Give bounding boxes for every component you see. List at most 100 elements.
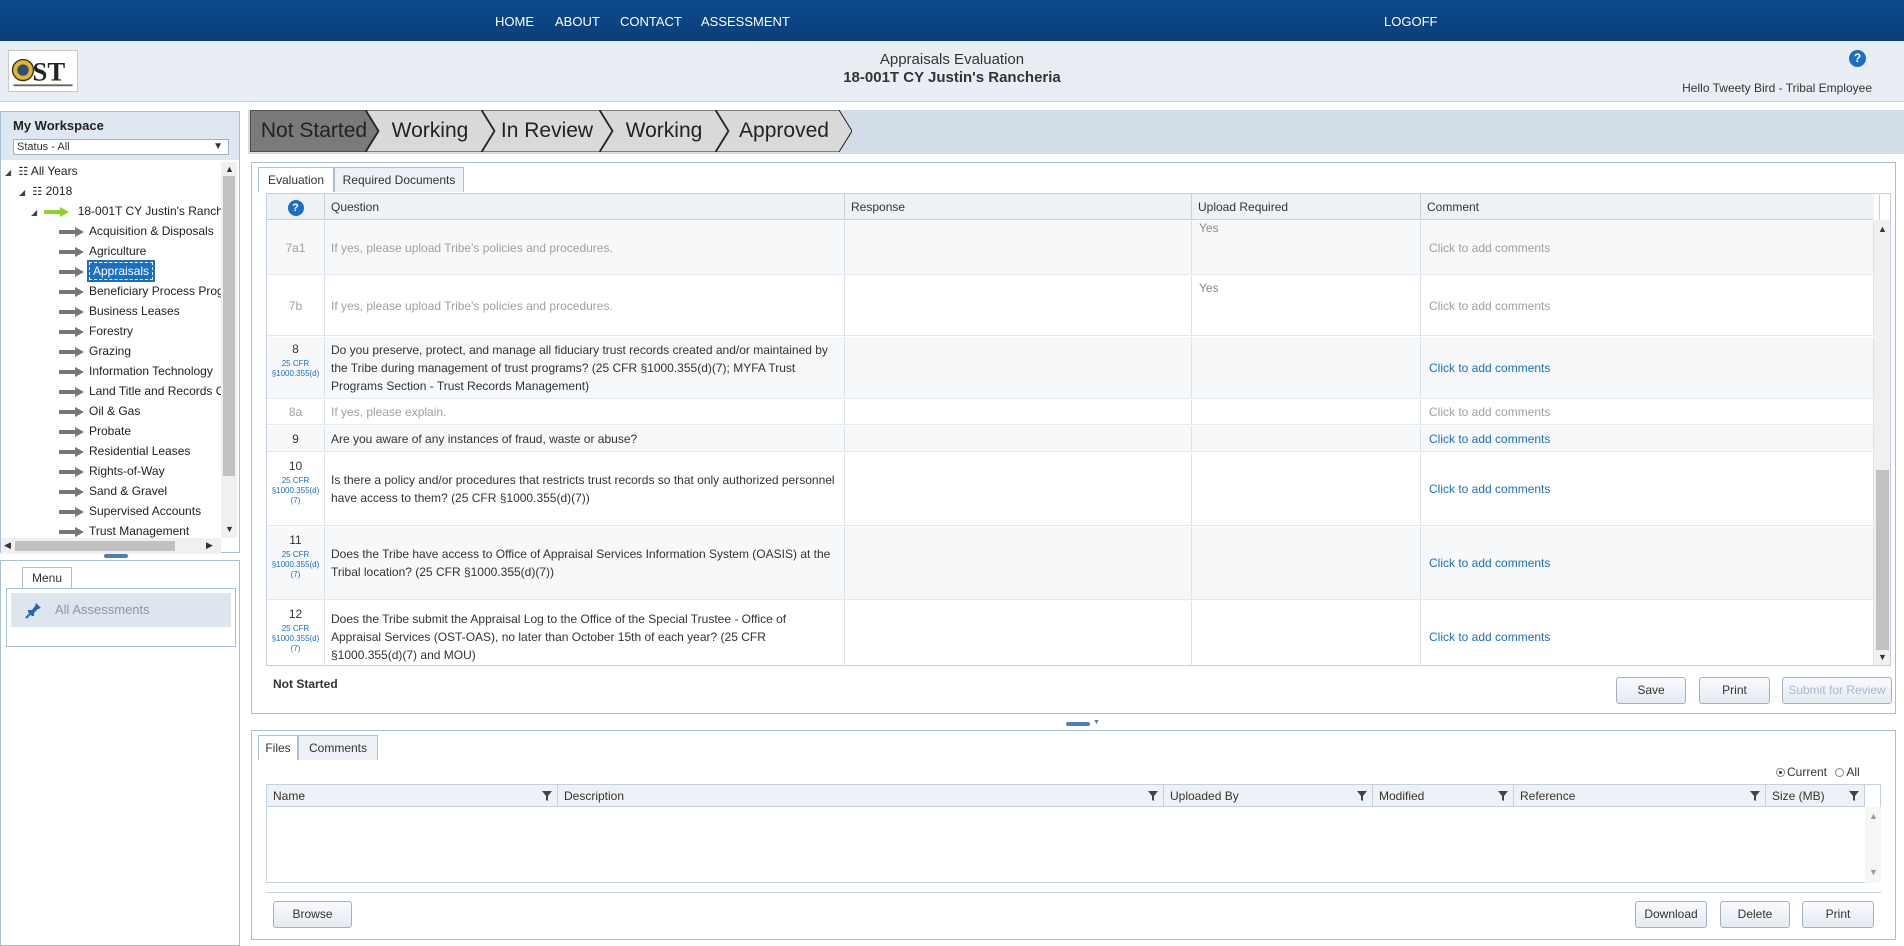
- add-comment-link[interactable]: Click to add comments: [1421, 337, 1874, 398]
- files-print-button[interactable]: Print: [1802, 901, 1874, 928]
- scroll-down-icon[interactable]: ▼: [1869, 867, 1878, 877]
- filter-icon[interactable]: [1148, 791, 1158, 801]
- delete-button[interactable]: Delete: [1720, 901, 1790, 928]
- row-reference[interactable]: 25 CFR §1000.355(d)(7): [267, 476, 324, 506]
- tab-files[interactable]: Files: [258, 735, 298, 760]
- tree-item[interactable]: Probate: [59, 422, 131, 440]
- row-reference[interactable]: 25 CFR §1000.355(d): [267, 359, 324, 379]
- filter-icon[interactable]: [1357, 791, 1367, 801]
- radio-current[interactable]: [1776, 768, 1785, 778]
- table-row[interactable]: 9 Are you aware of any instances of frau…: [267, 426, 1874, 452]
- row-response[interactable]: [845, 400, 1192, 424]
- tree-item[interactable]: Business Leases: [59, 302, 180, 320]
- scroll-up-icon[interactable]: ▲: [225, 164, 234, 174]
- column-uploaded-by[interactable]: Uploaded By: [1164, 785, 1373, 807]
- nav-contact-link[interactable]: CONTACT: [620, 14, 682, 29]
- filter-icon[interactable]: [542, 791, 552, 801]
- tree-item[interactable]: Beneficiary Process Program: [59, 282, 221, 300]
- menu-item-all-assessments[interactable]: All Assessments: [11, 593, 231, 627]
- tree-item[interactable]: Forestry: [59, 322, 133, 340]
- scroll-down-icon[interactable]: ▼: [1878, 652, 1887, 662]
- tree-item[interactable]: Rights-of-Way: [59, 462, 165, 480]
- row-response[interactable]: [845, 337, 1192, 398]
- tree-item[interactable]: Trust Management: [59, 522, 189, 538]
- row-reference[interactable]: 25 CFR §1000.355(d)(7): [267, 624, 324, 654]
- tree-node-all-years[interactable]: ◢ ☷ All Years: [5, 162, 78, 180]
- row-response[interactable]: [845, 453, 1192, 525]
- files-vertical-scrollbar[interactable]: ▲ ▼: [1865, 807, 1881, 883]
- submit-for-review-button[interactable]: Submit for Review: [1782, 677, 1892, 704]
- tree-item[interactable]: Land Title and Records Office: [59, 382, 221, 400]
- add-comment-link[interactable]: Click to add comments: [1421, 221, 1874, 274]
- expand-toggle-icon[interactable]: ◢: [19, 184, 29, 202]
- add-comment-link[interactable]: Click to add comments: [1421, 276, 1874, 335]
- scroll-right-icon[interactable]: ▶: [206, 540, 213, 551]
- table-row[interactable]: 7a1 If yes, please upload Tribe's polici…: [267, 221, 1874, 275]
- scroll-thumb[interactable]: [1876, 470, 1889, 650]
- add-comment-link[interactable]: Click to add comments: [1421, 426, 1874, 451]
- print-button[interactable]: Print: [1699, 677, 1770, 704]
- table-row[interactable]: 11 25 CFR §1000.355(d)(7) Does the Tribe…: [267, 527, 1874, 600]
- expand-toggle-icon[interactable]: ◢: [31, 204, 41, 222]
- tree-vertical-scrollbar[interactable]: ▲ ▼: [221, 162, 237, 538]
- column-reference[interactable]: Reference: [1514, 785, 1766, 807]
- row-reference[interactable]: 25 CFR §1000.355(d)(7): [267, 550, 324, 580]
- row-response[interactable]: [845, 527, 1192, 599]
- column-name[interactable]: Name: [267, 785, 558, 807]
- grid-vertical-scrollbar[interactable]: ▲ ▼: [1874, 220, 1890, 665]
- splitter-bar[interactable]: [1066, 722, 1090, 726]
- scroll-left-icon[interactable]: ◀: [4, 540, 11, 551]
- logoff-link[interactable]: LOGOFF: [1384, 14, 1437, 29]
- tree-node-year[interactable]: ◢ ☷ 2018: [19, 182, 72, 200]
- table-row[interactable]: 8a If yes, please explain. Click to add …: [267, 400, 1874, 425]
- scroll-thumb[interactable]: [223, 176, 235, 476]
- filter-icon[interactable]: [1750, 791, 1760, 801]
- nav-assessment-link[interactable]: ASSESSMENT: [701, 14, 790, 29]
- add-comment-link[interactable]: Click to add comments: [1421, 453, 1874, 525]
- scroll-up-icon[interactable]: ▲: [1878, 224, 1887, 234]
- row-response[interactable]: [845, 221, 1192, 274]
- scroll-thumb[interactable]: [15, 541, 175, 551]
- scroll-up-icon[interactable]: ▲: [1869, 811, 1878, 821]
- chevron-down-icon[interactable]: ▼: [1093, 719, 1100, 726]
- table-row[interactable]: 12 25 CFR §1000.355(d)(7) Does the Tribe…: [267, 601, 1874, 665]
- column-modified[interactable]: Modified: [1373, 785, 1514, 807]
- column-description[interactable]: Description: [558, 785, 1164, 807]
- tree-node-assessment[interactable]: ◢ 18-001T CY Justin's Rancheria: [31, 202, 221, 220]
- tree-item[interactable]: Acquisition & Disposals: [59, 222, 214, 240]
- download-button[interactable]: Download: [1635, 901, 1707, 928]
- nav-about-link[interactable]: ABOUT: [555, 14, 600, 29]
- filter-icon[interactable]: [1498, 791, 1508, 801]
- table-row[interactable]: 8 25 CFR §1000.355(d) Do you preserve, p…: [267, 337, 1874, 399]
- panel-splitter-handle[interactable]: ▼: [1066, 719, 1100, 728]
- row-response[interactable]: [845, 426, 1192, 451]
- help-icon[interactable]: ?: [1849, 50, 1866, 67]
- tree-item[interactable]: Oil & Gas: [59, 402, 140, 420]
- table-row[interactable]: 7b If yes, please upload Tribe's policie…: [267, 276, 1874, 336]
- radio-all[interactable]: [1835, 768, 1845, 778]
- add-comment-link[interactable]: Click to add comments: [1421, 400, 1874, 424]
- tree-item[interactable]: Grazing: [59, 342, 131, 360]
- tab-comments[interactable]: Comments: [298, 735, 378, 760]
- tree-item[interactable]: Supervised Accounts: [59, 502, 201, 520]
- status-filter-select[interactable]: Status - All ▼: [13, 139, 229, 155]
- tab-required-documents[interactable]: Required Documents: [334, 167, 464, 192]
- help-icon[interactable]: ?: [287, 200, 304, 216]
- tree-item[interactable]: Information Technology: [59, 362, 213, 380]
- panel-splitter-handle[interactable]: [104, 554, 128, 558]
- tree-item[interactable]: Sand & Gravel: [59, 482, 167, 500]
- table-row[interactable]: 10 25 CFR §1000.355(d)(7) Is there a pol…: [267, 453, 1874, 526]
- nav-home-link[interactable]: HOME: [495, 14, 534, 29]
- tree-item-selected[interactable]: Appraisals: [59, 260, 156, 282]
- save-button[interactable]: Save: [1616, 677, 1686, 704]
- tree-item[interactable]: Agriculture: [59, 242, 146, 260]
- scroll-down-icon[interactable]: ▼: [225, 524, 234, 534]
- add-comment-link[interactable]: Click to add comments: [1421, 527, 1874, 599]
- column-size[interactable]: Size (MB): [1766, 785, 1865, 807]
- row-response[interactable]: [845, 276, 1192, 335]
- expand-toggle-icon[interactable]: ◢: [5, 164, 15, 182]
- row-response[interactable]: [845, 601, 1192, 665]
- tree-horizontal-scrollbar[interactable]: ◀ ▶: [1, 538, 221, 554]
- tree-item[interactable]: Residential Leases: [59, 442, 190, 460]
- browse-button[interactable]: Browse: [273, 901, 352, 928]
